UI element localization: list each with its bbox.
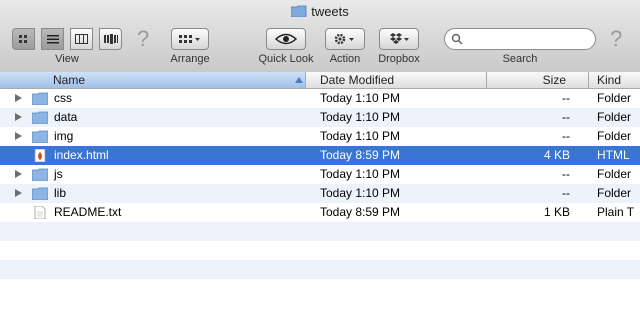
file-size: 4 KB bbox=[543, 148, 570, 162]
file-date: Today 8:59 PM bbox=[320, 148, 401, 162]
file-kind: Folder bbox=[597, 129, 632, 143]
coverflow-icon bbox=[103, 34, 118, 44]
column-view-button[interactable] bbox=[70, 28, 93, 50]
search-icon bbox=[451, 33, 463, 45]
file-size: -- bbox=[562, 91, 570, 105]
folder-icon bbox=[32, 168, 48, 181]
coverflow-view-button[interactable] bbox=[99, 28, 122, 50]
sort-ascending-icon bbox=[295, 77, 303, 83]
dropbox-label: Dropbox bbox=[378, 53, 420, 65]
arrange-label: Arrange bbox=[170, 53, 210, 65]
search-input[interactable] bbox=[467, 31, 591, 49]
file-kind: Folder bbox=[597, 167, 632, 181]
column-header-date[interactable]: Date Modified bbox=[307, 72, 487, 88]
file-row-css[interactable]: css Today 1:10 PM -- Folder bbox=[0, 89, 640, 108]
list-icon bbox=[46, 35, 59, 44]
action-label: Action bbox=[329, 53, 361, 65]
gear-icon bbox=[334, 33, 354, 45]
file-kind: Folder bbox=[597, 110, 632, 124]
file-row-readme[interactable]: README.txt Today 8:59 PM 1 KB Plain T bbox=[0, 203, 640, 222]
action-button[interactable] bbox=[325, 28, 365, 50]
window-title: tweets bbox=[0, 4, 640, 19]
dropbox-icon bbox=[390, 33, 409, 44]
folder-icon bbox=[32, 130, 48, 143]
search-label: Search bbox=[502, 53, 538, 65]
file-row-index-html[interactable]: index.html Today 8:59 PM 4 KB HTML bbox=[0, 146, 640, 165]
arrange-icon bbox=[179, 35, 200, 43]
empty-row bbox=[0, 260, 640, 279]
file-name: README.txt bbox=[54, 205, 122, 219]
window-title-text: tweets bbox=[311, 4, 349, 19]
arrange-button[interactable] bbox=[171, 28, 209, 50]
empty-row bbox=[0, 241, 640, 260]
folder-icon bbox=[291, 5, 307, 17]
list-view-button[interactable] bbox=[41, 28, 64, 50]
file-row-lib[interactable]: lib Today 1:10 PM -- Folder bbox=[0, 184, 640, 203]
folder-icon bbox=[32, 187, 48, 200]
columns-icon bbox=[75, 34, 88, 44]
file-list: css Today 1:10 PM -- Folder data Today 1… bbox=[0, 89, 640, 298]
file-name: index.html bbox=[54, 148, 109, 162]
file-kind: HTML bbox=[597, 148, 630, 162]
file-date: Today 1:10 PM bbox=[320, 129, 401, 143]
toolbar: tweets View ? Arrange Quick Look Action bbox=[0, 0, 640, 73]
file-name: js bbox=[54, 167, 63, 181]
file-size: -- bbox=[562, 167, 570, 181]
file-date: Today 1:10 PM bbox=[320, 186, 401, 200]
file-size: -- bbox=[562, 129, 570, 143]
file-date: Today 1:10 PM bbox=[320, 167, 401, 181]
file-row-data[interactable]: data Today 1:10 PM -- Folder bbox=[0, 108, 640, 127]
file-name: lib bbox=[54, 186, 67, 200]
eye-icon bbox=[275, 33, 297, 45]
folder-icon bbox=[32, 92, 48, 105]
file-size: -- bbox=[562, 186, 570, 200]
column-header-size[interactable]: Size bbox=[488, 72, 589, 88]
help-icon-right: ? bbox=[610, 26, 623, 51]
file-row-img[interactable]: img Today 1:10 PM -- Folder bbox=[0, 127, 640, 146]
file-kind: Folder bbox=[597, 91, 632, 105]
folder-icon bbox=[32, 111, 48, 124]
disclosure-triangle-icon[interactable] bbox=[15, 132, 22, 140]
disclosure-triangle-icon[interactable] bbox=[15, 170, 22, 178]
column-header-name-label: Name bbox=[53, 73, 86, 87]
empty-row bbox=[0, 222, 640, 241]
empty-row bbox=[0, 279, 640, 298]
file-date: Today 1:10 PM bbox=[320, 110, 401, 124]
text-file-icon bbox=[34, 206, 46, 219]
file-name: data bbox=[54, 110, 78, 124]
file-date: Today 1:10 PM bbox=[320, 91, 401, 105]
icon-grid-icon bbox=[19, 34, 27, 43]
file-name: css bbox=[54, 91, 72, 105]
column-header-name[interactable]: Name bbox=[0, 72, 306, 88]
column-header: Name Date Modified Size Kind bbox=[0, 72, 640, 89]
dropbox-button[interactable] bbox=[379, 28, 419, 50]
file-row-js[interactable]: js Today 1:10 PM -- Folder bbox=[0, 165, 640, 184]
view-label: View bbox=[55, 53, 79, 65]
file-size: -- bbox=[562, 110, 570, 124]
disclosure-triangle-icon[interactable] bbox=[15, 189, 22, 197]
quicklook-button[interactable] bbox=[266, 28, 306, 50]
file-date: Today 8:59 PM bbox=[320, 205, 401, 219]
html-file-icon bbox=[34, 149, 46, 162]
file-kind: Plain T bbox=[597, 205, 635, 219]
search-field[interactable] bbox=[444, 28, 596, 50]
icon-view-button[interactable] bbox=[12, 28, 35, 50]
help-icon: ? bbox=[137, 26, 150, 51]
finder-window: tweets View ? Arrange Quick Look Action bbox=[0, 0, 640, 312]
column-header-kind[interactable]: Kind bbox=[590, 72, 640, 88]
disclosure-triangle-icon[interactable] bbox=[15, 94, 22, 102]
file-size: 1 KB bbox=[543, 205, 570, 219]
file-name: img bbox=[54, 129, 74, 143]
file-kind: Folder bbox=[597, 186, 632, 200]
quicklook-label: Quick Look bbox=[258, 53, 314, 65]
disclosure-triangle-icon[interactable] bbox=[15, 113, 22, 121]
